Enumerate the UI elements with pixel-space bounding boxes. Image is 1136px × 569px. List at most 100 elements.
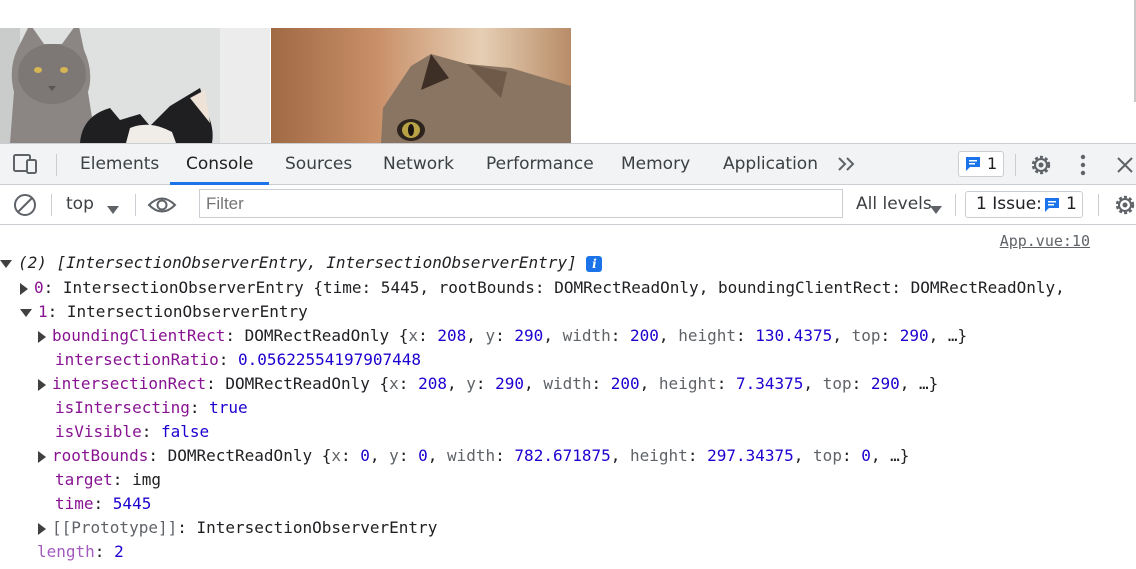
prop-value: 5445	[112, 494, 152, 513]
tab-elements[interactable]: Elements	[80, 144, 159, 185]
filter-input[interactable]	[199, 189, 843, 218]
array-index: 0	[34, 278, 44, 297]
prop-boundingClientRect[interactable]: boundingClientRect: DOMRectReadOnly {x: …	[38, 324, 967, 348]
tab-memory[interactable]: Memory	[621, 144, 690, 185]
prop-key: isVisible	[55, 422, 142, 441]
expand-arrow-icon[interactable]	[38, 378, 46, 391]
prop-time: time: 5445	[55, 494, 152, 513]
prop-x: 208	[418, 374, 447, 393]
prop-key: [[Prototype]]	[52, 518, 178, 537]
prop-type: DOMRectReadOnly	[167, 446, 313, 465]
log-levels-label: All levels	[856, 194, 932, 214]
console-log-summary[interactable]: (2) [IntersectionObserverEntry, Intersec…	[0, 251, 603, 275]
toolbar-divider	[1098, 194, 1099, 216]
prop-value: img	[132, 470, 161, 489]
issues-count: 1	[1066, 194, 1077, 214]
prop-value: true	[209, 398, 248, 417]
prop-width: 200	[630, 326, 659, 345]
prop-isVisible: isVisible: false	[55, 422, 210, 441]
kebab-menu-icon[interactable]	[1078, 154, 1088, 180]
tab-sources[interactable]: Sources	[285, 144, 352, 185]
array-summary: (2) [IntersectionObserverEntry, Intersec…	[18, 253, 577, 272]
dropdown-arrow-icon	[107, 200, 119, 219]
entry-type: IntersectionObserverEntry	[66, 302, 308, 321]
prop-y: 290	[495, 374, 525, 393]
toolbar-divider	[955, 194, 956, 216]
tab-divider	[1015, 154, 1016, 176]
expand-arrow-icon[interactable]	[20, 282, 28, 295]
settings-gear-icon[interactable]	[1029, 153, 1053, 181]
prop-key: time	[55, 494, 94, 513]
prop-top: 290	[870, 374, 900, 393]
prop-prototype[interactable]: [[Prototype]]: IntersectionObserverEntry	[38, 516, 437, 540]
prop-x: 208	[437, 326, 467, 345]
toolbar-divider	[135, 194, 136, 216]
collapse-arrow-icon[interactable]	[0, 259, 12, 268]
array-item-1[interactable]: 1: IntersectionObserverEntry	[20, 300, 308, 324]
array-index: 1	[38, 302, 48, 321]
context-selector[interactable]: top	[66, 185, 126, 224]
message-icon	[965, 156, 981, 176]
prop-height: 7.34375	[735, 374, 804, 393]
expand-arrow-icon[interactable]	[38, 450, 46, 463]
prop-height: 130.4375	[755, 326, 833, 345]
prop-intersectionRect[interactable]: intersectionRect: DOMRectReadOnly {x: 20…	[38, 372, 938, 396]
page-preview	[0, 0, 1136, 143]
context-label: top	[66, 194, 94, 214]
tab-performance[interactable]: Performance	[486, 144, 594, 185]
prop-top: 0	[861, 446, 871, 465]
prop-key: length	[37, 542, 95, 561]
clear-console-icon[interactable]	[13, 193, 37, 221]
prop-height: 297.34375	[707, 446, 794, 465]
prop-key: intersectionRect	[52, 374, 207, 393]
prop-key: boundingClientRect	[52, 326, 226, 345]
prop-x: 0	[360, 446, 370, 465]
prop-value: IntersectionObserverEntry	[196, 518, 438, 537]
prop-intersectionRatio: intersectionRatio: 0.05622554197907448	[55, 350, 422, 369]
device-toolbar-icon[interactable]	[12, 153, 40, 179]
more-tabs-icon[interactable]	[837, 156, 857, 176]
issues-button[interactable]: 1 Issue: 1	[965, 191, 1083, 218]
prop-rootBounds[interactable]: rootBounds: DOMRectReadOnly {x: 0, y: 0,…	[38, 444, 909, 468]
prop-y: 0	[418, 446, 428, 465]
expand-arrow-icon[interactable]	[38, 330, 46, 343]
info-icon[interactable]: i	[586, 255, 603, 272]
entry-type: IntersectionObserverEntry	[62, 278, 304, 297]
console-output: App.vue:10 (2) [IntersectionObserverEntr…	[0, 226, 1136, 569]
prop-value: false	[160, 422, 210, 441]
collapse-arrow-icon[interactable]	[20, 308, 32, 317]
prop-top: 290	[899, 326, 929, 345]
console-toolbar: top All levels 1 Issue: 1	[0, 185, 1136, 225]
prop-key: isIntersecting	[55, 398, 190, 417]
prop-target[interactable]: target: img	[55, 468, 161, 492]
prop-width: 782.671875	[514, 446, 611, 465]
dropdown-arrow-icon	[930, 200, 942, 219]
prop-isIntersecting: isIntersecting: true	[55, 398, 248, 417]
toolbar-divider	[51, 194, 52, 216]
prop-y: 290	[514, 326, 544, 345]
issue-message-icon	[1044, 196, 1060, 221]
issues-label: 1 Issue:	[976, 194, 1042, 214]
live-expression-eye-icon[interactable]	[147, 195, 177, 219]
tab-application[interactable]: Application	[723, 144, 818, 185]
log-levels-dropdown[interactable]: All levels	[856, 185, 946, 224]
devtools-tab-bar: Elements Console Sources Network Perform…	[0, 143, 1136, 185]
cat-image-1	[0, 28, 270, 143]
cat-image-2	[271, 28, 571, 143]
prop-value: 2	[114, 542, 124, 561]
tab-network[interactable]: Network	[383, 144, 454, 185]
prop-key: intersectionRatio	[55, 350, 219, 369]
array-item-0[interactable]: 0: IntersectionObserverEntry {time: 5445…	[20, 276, 1065, 300]
close-icon[interactable]	[1116, 156, 1134, 178]
prop-length: length: 2	[37, 542, 124, 561]
source-link[interactable]: App.vue:10	[1000, 232, 1090, 250]
console-settings-gear-icon[interactable]	[1113, 193, 1136, 221]
tab-console[interactable]: Console	[186, 144, 254, 185]
expand-arrow-icon[interactable]	[38, 522, 46, 535]
messages-button[interactable]: 1	[958, 151, 1004, 177]
prop-type: DOMRectReadOnly	[225, 374, 370, 393]
prop-key: target	[55, 470, 113, 489]
prop-key: rootBounds	[52, 446, 149, 465]
prop-type: DOMRectReadOnly	[244, 326, 390, 345]
messages-count: 1	[987, 154, 998, 173]
